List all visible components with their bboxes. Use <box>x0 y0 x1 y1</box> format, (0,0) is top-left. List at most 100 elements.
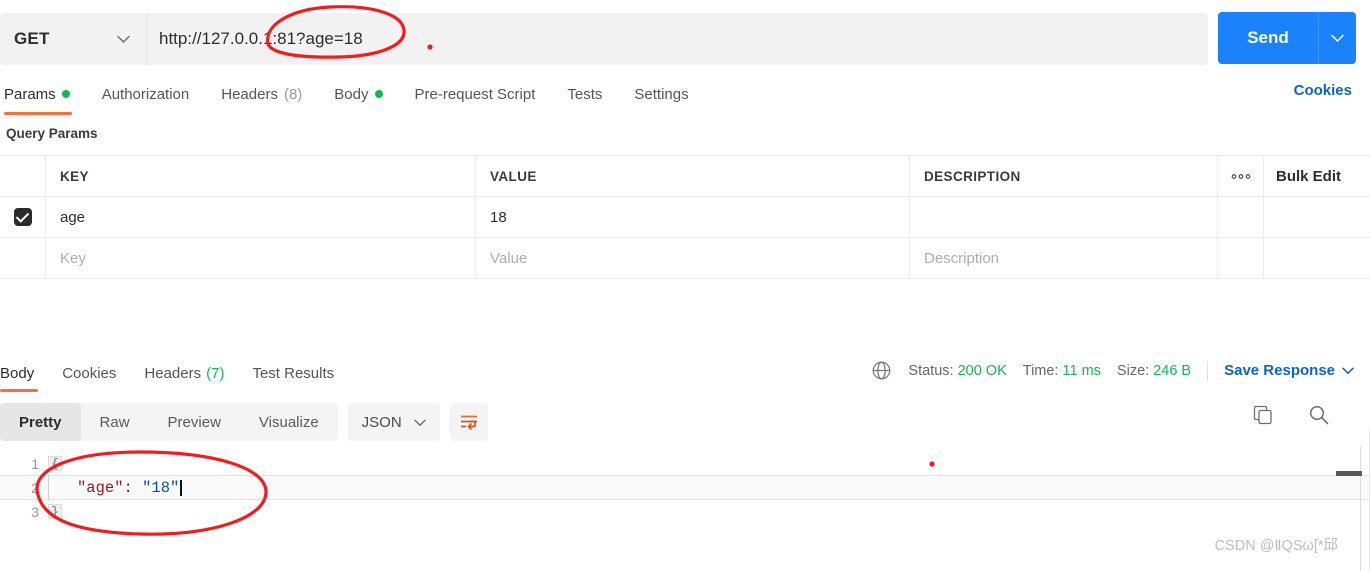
code-scroll-edge <box>1360 446 1361 571</box>
ellipsis-icon[interactable] <box>1218 156 1264 196</box>
response-format-selector[interactable]: JSON <box>347 403 440 441</box>
table-row[interactable]: age 18 <box>0 197 1370 238</box>
vertical-scrollbar-thumb[interactable] <box>1336 471 1362 476</box>
status-label: Status: <box>908 362 954 379</box>
line-number: 1 <box>31 455 39 472</box>
line-number: 3 <box>31 503 39 520</box>
response-body-code[interactable]: 1 { 2 "age": "18" 3 } <box>0 452 1370 537</box>
response-meta-bar: Status: 200 OK Time: 11 ms Size: 246 B S… <box>871 360 1354 381</box>
view-raw-button[interactable]: Raw <box>81 403 149 441</box>
response-tab-headers[interactable]: Headers (7) <box>130 360 238 386</box>
response-tab-cookies-label: Cookies <box>62 364 117 382</box>
bulk-edit-button[interactable]: Bulk Edit <box>1264 156 1370 196</box>
param-enabled-checkbox[interactable] <box>13 208 32 226</box>
json-key: "age" <box>77 478 124 497</box>
column-header-description: DESCRIPTION <box>924 168 1021 184</box>
tab-settings[interactable]: Settings <box>618 80 704 108</box>
response-tab-headers-count: (7) <box>206 364 225 382</box>
param-value-value: 18 <box>490 208 507 226</box>
tab-pre-request-script-label: Pre-request Script <box>414 85 536 103</box>
empty-row-key-cell[interactable]: Key <box>46 238 476 278</box>
json-separator: : <box>123 478 143 497</box>
tab-authorization[interactable]: Authorization <box>86 80 206 108</box>
header-value-cell: VALUE <box>476 156 910 196</box>
row-value-cell[interactable]: 18 <box>476 197 910 237</box>
response-tab-headers-label: Headers <box>144 364 202 382</box>
code-fold-brace[interactable]: } <box>48 504 62 519</box>
time-badge: Time: 11 ms <box>1023 363 1101 379</box>
save-response-label: Save Response <box>1224 362 1335 379</box>
view-preview-button[interactable]: Preview <box>149 403 240 441</box>
params-active-dot-icon <box>61 90 70 98</box>
code-line: 1 { <box>0 452 1370 475</box>
response-tab-body-label: Body <box>0 364 35 382</box>
request-url-input[interactable]: http://127.0.0.1:81?age=18 <box>146 13 1208 65</box>
column-header-value: VALUE <box>490 168 537 184</box>
postman-window: GET http://127.0.0.1:81?age=18 Send Para… <box>0 0 1370 571</box>
empty-row-spacer-cell <box>1218 238 1264 278</box>
size-label: Size: <box>1116 362 1150 379</box>
send-button[interactable]: Send <box>1218 12 1318 64</box>
empty-row-end-cell <box>1264 238 1370 278</box>
code-line-highlighted: 2 "age": "18" <box>0 475 1370 500</box>
time-value: 11 ms <box>1062 362 1101 379</box>
query-params-table: KEY VALUE DESCRIPTION Bulk Edit age 18 K… <box>0 155 1370 279</box>
cookies-link[interactable]: Cookies <box>1294 82 1352 99</box>
chevron-down-icon <box>413 414 426 431</box>
globe-icon <box>871 360 892 381</box>
table-header-row: KEY VALUE DESCRIPTION Bulk Edit <box>0 156 1370 197</box>
search-icon[interactable] <box>1308 404 1330 426</box>
header-checkbox-cell <box>0 156 46 196</box>
tab-headers-label: Headers <box>221 85 278 103</box>
status-badge: Status: 200 OK <box>908 363 1006 379</box>
request-url-bar: GET http://127.0.0.1:81?age=18 Send <box>0 12 1370 66</box>
response-tab-body[interactable]: Body <box>0 360 48 392</box>
code-line-content[interactable]: "age": "18" <box>48 475 1370 500</box>
request-url-text: http://127.0.0.1:81?age=18 <box>159 29 363 48</box>
empty-row-value-cell[interactable]: Value <box>476 238 910 278</box>
http-method-selector[interactable]: GET <box>0 13 146 65</box>
copy-icon[interactable] <box>1252 404 1274 426</box>
size-value: 246 B <box>1153 362 1192 379</box>
row-spacer-cell <box>1218 197 1264 237</box>
response-view-group: Pretty Raw Preview Visualize <box>0 403 338 441</box>
view-pretty-button[interactable]: Pretty <box>0 403 81 441</box>
response-action-icons <box>1252 404 1330 426</box>
empty-row-description-cell[interactable]: Description <box>910 238 1218 278</box>
tab-tests[interactable]: Tests <box>551 80 618 108</box>
header-description-cell: DESCRIPTION <box>910 156 1218 196</box>
code-fold-brace[interactable]: { <box>48 456 62 471</box>
line-number: 2 <box>31 479 39 496</box>
save-response-button[interactable]: Save Response <box>1224 362 1354 379</box>
response-tab-test-results[interactable]: Test Results <box>238 360 348 386</box>
watermark-text: CSDN @ⅡQSω[*邱 <box>1214 538 1338 554</box>
row-key-cell[interactable]: age <box>46 197 476 237</box>
chevron-down-icon <box>1342 362 1354 379</box>
response-tab-bar: Body Cookies Headers (7) Test Results <box>0 360 348 392</box>
word-wrap-icon[interactable] <box>449 403 488 441</box>
tab-params[interactable]: Params <box>0 80 86 115</box>
row-description-cell[interactable] <box>910 197 1218 237</box>
time-label: Time: <box>1022 362 1059 379</box>
http-method-label: GET <box>14 29 50 48</box>
text-cursor <box>180 479 183 496</box>
response-tab-cookies[interactable]: Cookies <box>48 360 130 386</box>
body-active-dot-icon <box>374 90 383 98</box>
empty-key-placeholder: Key <box>60 249 86 267</box>
meta-divider <box>1207 360 1209 381</box>
header-key-cell: KEY <box>46 156 476 196</box>
param-key-value: age <box>60 208 86 226</box>
tab-headers[interactable]: Headers (8) <box>205 80 318 108</box>
row-end-cell <box>1264 197 1370 237</box>
tab-tests-label: Tests <box>567 85 603 103</box>
view-visualize-button[interactable]: Visualize <box>240 403 338 441</box>
empty-description-placeholder: Description <box>924 249 1000 267</box>
send-button-group: Send <box>1218 12 1356 64</box>
send-options-caret-icon[interactable] <box>1318 12 1356 64</box>
tab-pre-request-script[interactable]: Pre-request Script <box>399 80 552 108</box>
row-checkbox-cell <box>0 197 46 237</box>
code-line: 3 } <box>0 500 1370 523</box>
tab-body[interactable]: Body <box>318 80 398 108</box>
table-row-empty[interactable]: Key Value Description <box>0 238 1370 279</box>
empty-value-placeholder: Value <box>490 249 528 267</box>
